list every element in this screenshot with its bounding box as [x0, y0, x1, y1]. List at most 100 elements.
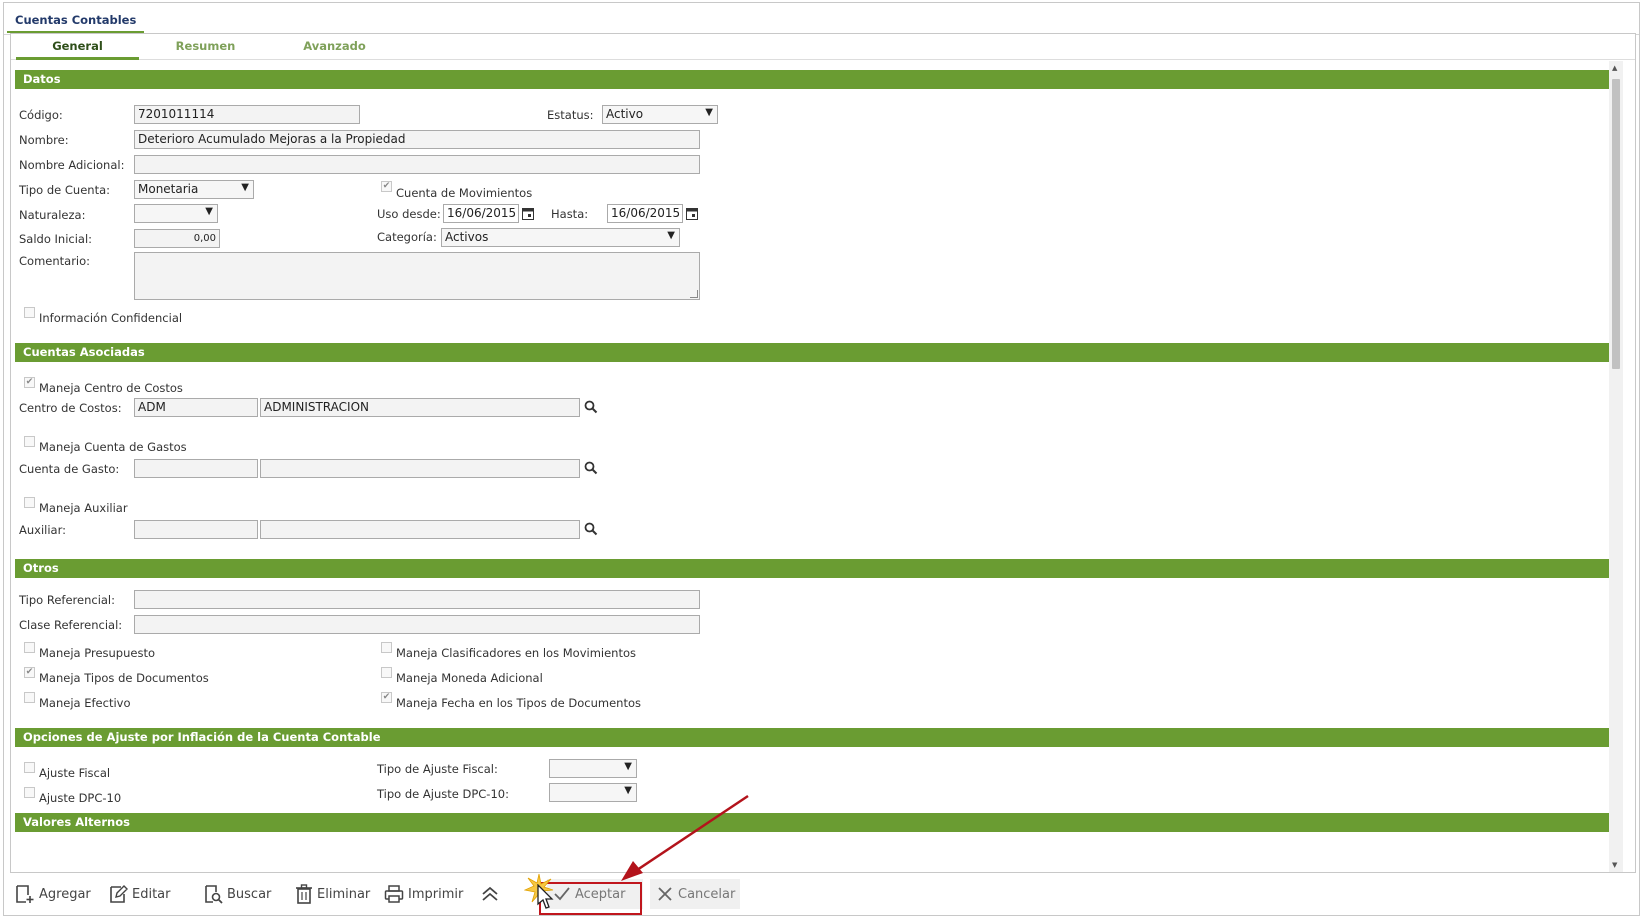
vertical-scrollbar[interactable]: ▲ ▼	[1609, 61, 1623, 872]
hasta-label: Hasta:	[551, 207, 589, 221]
maneja-centro-checkbox[interactable]: ✔	[24, 377, 35, 388]
editar-button[interactable]: Editar	[108, 879, 171, 909]
search-icon[interactable]	[584, 400, 598, 414]
categoria-label: Categoría:	[377, 230, 437, 244]
tipos-documentos-label: Maneja Tipos de Documentos	[39, 671, 209, 685]
chevron-down-icon: ▼	[705, 107, 713, 118]
ajuste-fiscal-checkbox[interactable]	[24, 762, 35, 773]
scroll-down-icon[interactable]: ▼	[1612, 861, 1617, 869]
tipo-referencial-label: Tipo Referencial:	[19, 593, 116, 607]
mouse-cursor-icon	[537, 884, 554, 909]
saldo-inicial-label: Saldo Inicial:	[19, 232, 93, 246]
tab-avanzado[interactable]: Avanzado	[273, 39, 396, 60]
centro-costos-desc-input[interactable]: ADMINISTRACION	[260, 398, 580, 417]
nombre-adicional-input[interactable]	[134, 155, 700, 174]
double-chevron-up-icon	[482, 886, 498, 901]
form-content: Datos Código: 7201011114 Estatus: Activo…	[11, 61, 1623, 872]
printer-icon	[384, 885, 404, 903]
search-icon[interactable]	[584, 522, 598, 536]
estatus-select[interactable]: Activo ▼	[602, 105, 718, 124]
annotation-arrow-icon	[621, 794, 749, 881]
maneja-auxiliar-checkbox[interactable]	[24, 497, 35, 508]
tipo-ajuste-dpc-label: Tipo de Ajuste DPC-10:	[377, 787, 509, 801]
bottom-toolbar: Agregar Editar Buscar Eliminar Imprimir …	[10, 875, 1648, 915]
estatus-label: Estatus:	[547, 108, 594, 122]
moneda-adicional-checkbox[interactable]	[381, 667, 392, 678]
saldo-inicial-input[interactable]: 0,00	[134, 229, 220, 248]
chevron-down-icon: ▼	[241, 182, 249, 193]
agregar-button[interactable]: Agregar	[15, 879, 91, 909]
maneja-gastos-checkbox[interactable]	[24, 436, 35, 447]
nombre-label: Nombre:	[19, 133, 69, 147]
ajuste-dpc-checkbox[interactable]	[24, 787, 35, 798]
maneja-centro-label: Maneja Centro de Costos	[39, 381, 183, 395]
tipo-ajuste-fiscal-select[interactable]: ▼	[549, 759, 637, 778]
nombre-adicional-label: Nombre Adicional:	[19, 158, 125, 172]
comentario-textarea[interactable]	[134, 252, 700, 300]
naturaleza-select[interactable]: ▼	[134, 204, 218, 223]
imprimir-label: Imprimir	[408, 886, 464, 902]
codigo-label: Código:	[19, 108, 63, 122]
ajuste-dpc-label: Ajuste DPC-10	[39, 791, 122, 805]
maneja-gastos-label: Maneja Cuenta de Gastos	[39, 440, 187, 454]
presupuesto-label: Maneja Presupuesto	[39, 646, 155, 660]
section-otros: Otros	[15, 559, 1618, 578]
tipo-cuenta-value: Monetaria	[138, 182, 199, 196]
hasta-input[interactable]: 16/06/2015	[607, 204, 683, 223]
section-valores-alternos: Valores Alternos	[15, 813, 1618, 832]
cuenta-gasto-desc-input[interactable]	[260, 459, 580, 478]
scroll-up-icon[interactable]: ▲	[1612, 64, 1617, 72]
info-confidencial-checkbox[interactable]	[24, 307, 35, 318]
tab-general[interactable]: General	[16, 39, 139, 60]
efectivo-label: Maneja Efectivo	[39, 696, 131, 710]
fecha-tipos-documentos-checkbox[interactable]: ✔	[381, 692, 392, 703]
buscar-label: Buscar	[227, 886, 272, 902]
cuenta-movimientos-label: Cuenta de Movimientos	[396, 186, 533, 200]
imprimir-button[interactable]: Imprimir	[384, 879, 463, 909]
clase-referencial-label: Clase Referencial:	[19, 618, 123, 632]
presupuesto-checkbox[interactable]	[24, 642, 35, 653]
clase-referencial-input[interactable]	[134, 615, 700, 634]
tipo-ajuste-fiscal-label: Tipo de Ajuste Fiscal:	[377, 762, 498, 776]
tab-bar: General Resumen Avanzado	[11, 34, 1635, 60]
section-datos: Datos	[15, 70, 1618, 89]
uso-desde-input[interactable]: 16/06/2015	[443, 204, 519, 223]
categoria-value: Activos	[445, 230, 489, 244]
maneja-auxiliar-label: Maneja Auxiliar	[39, 501, 128, 515]
collapse-toolbar-button[interactable]	[480, 879, 500, 909]
window-tab-cuentas-contables[interactable]: Cuentas Contables	[7, 7, 145, 33]
categoria-select[interactable]: Activos ▼	[441, 228, 680, 247]
codigo-input[interactable]: 7201011114	[134, 105, 360, 124]
add-document-icon	[16, 885, 34, 903]
chevron-down-icon: ▼	[667, 230, 675, 241]
agregar-label: Agregar	[39, 886, 91, 902]
efectivo-checkbox[interactable]	[24, 692, 35, 703]
tab-resumen[interactable]: Resumen	[144, 39, 267, 60]
section-cuentas-asociadas: Cuentas Asociadas	[15, 343, 1618, 362]
auxiliar-code-input[interactable]	[134, 520, 258, 539]
edit-icon	[110, 885, 128, 903]
auxiliar-label: Auxiliar:	[19, 523, 66, 537]
clasificadores-checkbox[interactable]	[381, 642, 392, 653]
eliminar-label: Eliminar	[317, 886, 371, 902]
nombre-input[interactable]: Deterioro Acumulado Mejoras a la Propied…	[134, 130, 700, 149]
cuenta-gasto-code-input[interactable]	[134, 459, 258, 478]
centro-costos-label: Centro de Costos:	[19, 401, 122, 415]
calendar-icon[interactable]	[686, 207, 698, 220]
info-confidencial-label: Información Confidencial	[39, 311, 183, 325]
centro-costos-code-input[interactable]: ADM	[134, 398, 258, 417]
auxiliar-desc-input[interactable]	[260, 520, 580, 539]
eliminar-button[interactable]: Eliminar	[295, 879, 370, 909]
tipo-referencial-input[interactable]	[134, 590, 700, 609]
buscar-button[interactable]: Buscar	[203, 879, 271, 909]
estatus-value: Activo	[606, 107, 644, 121]
tipo-cuenta-select[interactable]: Monetaria ▼	[134, 180, 254, 199]
tipos-documentos-checkbox[interactable]: ✔	[24, 667, 35, 678]
cuenta-movimientos-checkbox[interactable]: ✔	[381, 181, 392, 192]
scrollbar-thumb[interactable]	[1612, 79, 1620, 369]
chevron-down-icon: ▼	[205, 206, 213, 217]
cuenta-gasto-label: Cuenta de Gasto:	[19, 462, 120, 476]
calendar-icon[interactable]	[522, 207, 534, 220]
search-document-icon	[205, 885, 223, 904]
search-icon[interactable]	[584, 461, 598, 475]
